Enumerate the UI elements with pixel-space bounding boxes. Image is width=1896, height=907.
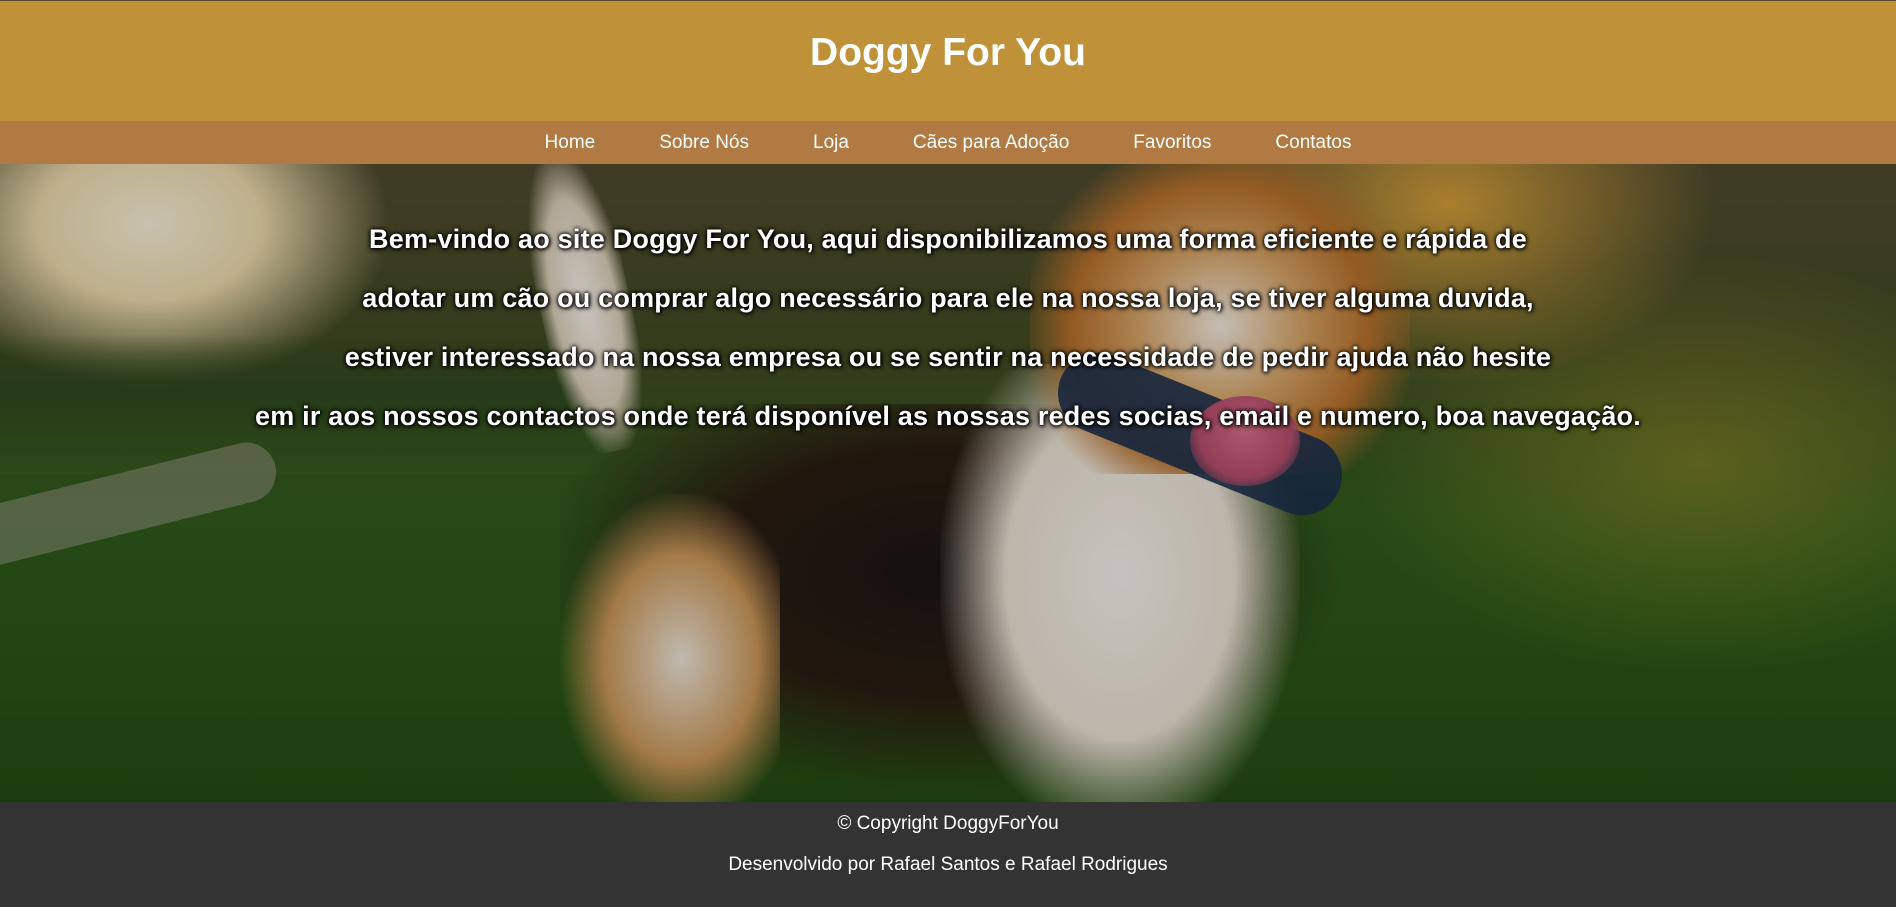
site-title: Doggy For You — [810, 31, 1086, 74]
hero-banner: Bem-vindo ao site Doggy For You, aqui di… — [0, 164, 1896, 802]
developers-credit: Desenvolvido por Rafael Santos e Rafael … — [728, 854, 1168, 875]
copyright-text: © Copyright DoggyForYou — [837, 813, 1059, 834]
welcome-line: estiver interessado na nossa empresa ou … — [344, 342, 1552, 372]
nav-item-favoritos[interactable]: Favoritos — [1133, 132, 1211, 154]
nav-item-home[interactable]: Home — [545, 132, 596, 154]
nav-item-sobre-nos[interactable]: Sobre Nós — [659, 132, 749, 154]
welcome-line: em ir aos nossos contactos onde terá dis… — [255, 401, 1641, 431]
welcome-line: adotar um cão ou comprar algo necessário… — [362, 283, 1534, 313]
main-nav: Home Sobre Nós Loja Cães para Adoção Fav… — [0, 121, 1896, 164]
site-footer: © Copyright DoggyForYou Desenvolvido por… — [0, 802, 1896, 907]
welcome-line: Bem-vindo ao site Doggy For You, aqui di… — [369, 224, 1527, 254]
nav-item-loja[interactable]: Loja — [813, 132, 849, 154]
nav-item-contatos[interactable]: Contatos — [1275, 132, 1351, 154]
welcome-text: Bem-vindo ao site Doggy For You, aqui di… — [0, 210, 1896, 446]
nav-item-caes-para-adocao[interactable]: Cães para Adoção — [913, 132, 1069, 154]
site-header: Doggy For You — [0, 0, 1896, 121]
